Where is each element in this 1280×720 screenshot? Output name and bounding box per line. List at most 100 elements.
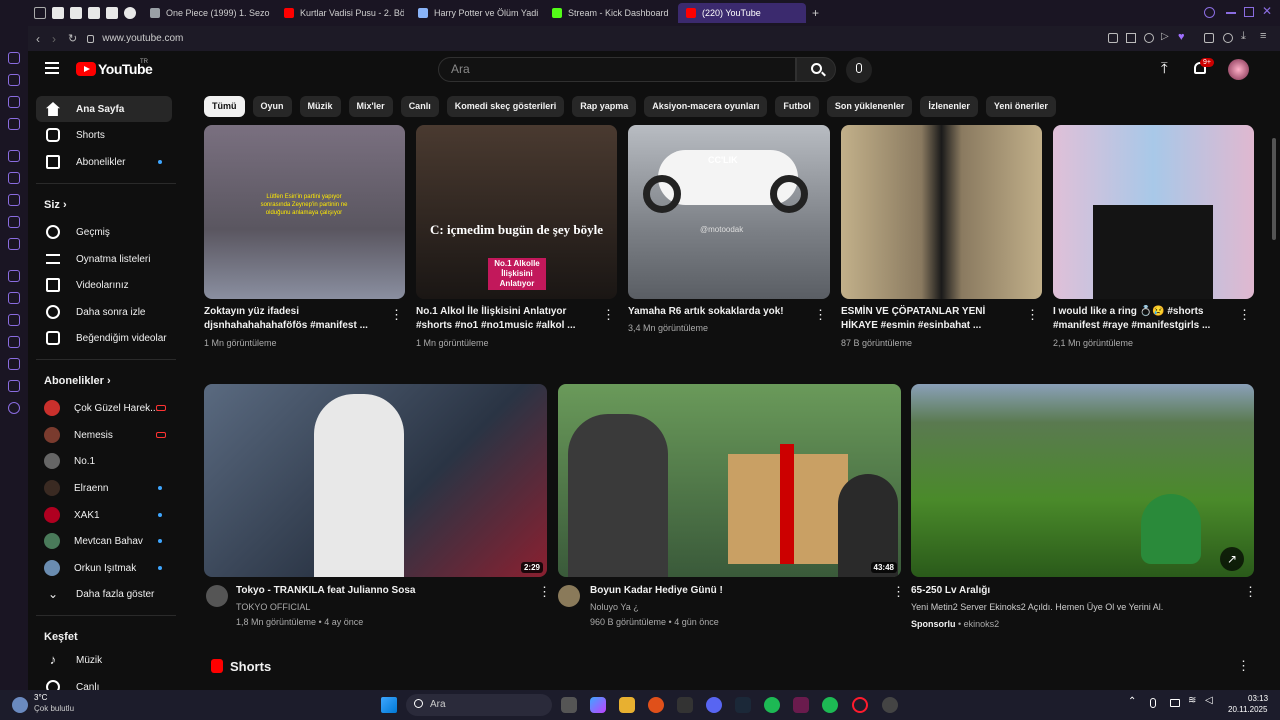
- hamburger-icon[interactable]: [45, 62, 59, 74]
- more-actions-icon[interactable]: [814, 307, 827, 323]
- sidebar-icon-12[interactable]: [8, 314, 20, 326]
- sidebar-icon-14[interactable]: [8, 358, 20, 370]
- channel-avatar[interactable]: [558, 585, 580, 607]
- you-section-title[interactable]: Siz ›: [44, 199, 67, 211]
- chip[interactable]: Oyun: [252, 96, 292, 117]
- ad-title[interactable]: 65-250 Lv Aralığı: [911, 584, 1211, 598]
- play-icon[interactable]: ▷: [1161, 31, 1169, 42]
- external-link-icon[interactable]: ↗: [1220, 547, 1244, 571]
- download-icon[interactable]: ⤓: [1241, 30, 1246, 43]
- vpn-icon[interactable]: [1144, 33, 1154, 43]
- more-actions-icon[interactable]: [602, 307, 615, 323]
- opera-gx-icon[interactable]: [852, 697, 868, 713]
- tab-3[interactable]: Harry Potter ve Ölüm Yadi: [410, 3, 538, 23]
- chip[interactable]: Rap yapma: [572, 96, 637, 117]
- search-button[interactable]: [796, 57, 836, 82]
- short-thumbnail[interactable]: Lütfen Esin'in partini yapıyor sonrasınd…: [204, 125, 405, 299]
- channel-name[interactable]: Noluyo Ya ¿: [590, 602, 639, 612]
- video-thumbnail[interactable]: 2:29: [204, 384, 547, 577]
- tab-2[interactable]: Kurtlar Vadisi Pusu - 2. Bö: [276, 3, 404, 23]
- sidebar-icon-10[interactable]: [8, 270, 20, 282]
- sidebar-sub-item[interactable]: Mevtcan Bahav: [36, 528, 172, 554]
- brave-icon[interactable]: [648, 697, 664, 713]
- sidebar-item-live[interactable]: Canlı: [36, 674, 172, 691]
- url-field[interactable]: www.youtube.com: [102, 33, 183, 44]
- video-title[interactable]: I would like a ring 💍😢 #shorts #manifest…: [1053, 305, 1233, 333]
- video-title[interactable]: ESMİN VE ÇÖPATANLAR YENİ HİKAYE #esmin #…: [841, 305, 1021, 333]
- video-title[interactable]: Zoktayın yüz ifadesi djsnhahahahahaföfös…: [204, 305, 384, 333]
- video-title[interactable]: Boyun Kadar Hediye Günü !: [590, 584, 880, 598]
- reload-icon[interactable]: ↻: [68, 32, 77, 45]
- extensions-icon[interactable]: [1204, 33, 1214, 43]
- clock-date[interactable]: 20.11.2025: [1228, 705, 1267, 714]
- chip[interactable]: Canlı: [400, 96, 439, 117]
- gamepad-icon[interactable]: [34, 7, 46, 19]
- chevron-up-icon[interactable]: ⌃: [1128, 696, 1136, 707]
- sidebar-icon-2[interactable]: [8, 74, 20, 86]
- app-icon[interactable]: [793, 697, 809, 713]
- video-thumbnail[interactable]: 43:48: [558, 384, 901, 577]
- sidebar-item-history[interactable]: Geçmiş: [36, 219, 172, 245]
- search-input[interactable]: Ara: [438, 57, 796, 82]
- doc-icon[interactable]: [88, 7, 100, 19]
- youtube-logo-icon[interactable]: [76, 62, 96, 76]
- chip[interactable]: Aksiyon-macera oyunları: [644, 96, 768, 117]
- sidebar-icon-5[interactable]: [8, 150, 20, 162]
- volume-icon[interactable]: ◁: [1205, 695, 1213, 706]
- sidebar-sub-item[interactable]: Çok Güzel Harek...: [36, 395, 172, 421]
- more-actions-icon[interactable]: [892, 584, 905, 600]
- sidebar-item-subscriptions[interactable]: Abonelikler: [36, 149, 172, 175]
- sidebar-item-liked-videos[interactable]: Beğendiğim videolar: [36, 325, 172, 351]
- chip[interactable]: Son yüklenenler: [826, 96, 913, 117]
- sidebar-icon-3[interactable]: [8, 96, 20, 108]
- sidebar-icon-6[interactable]: [8, 172, 20, 184]
- app-icon[interactable]: [677, 697, 693, 713]
- channel-avatar[interactable]: [206, 585, 228, 607]
- show-more-button[interactable]: ⌄ Daha fazla göster: [36, 581, 172, 607]
- sidebar-sub-item[interactable]: XAK1: [36, 502, 172, 528]
- google-icon[interactable]: [124, 7, 136, 19]
- short-thumbnail[interactable]: C: içmedim bugün de şey böyle No.1 Alkol…: [416, 125, 617, 299]
- windows-start-icon[interactable]: [381, 697, 397, 713]
- voice-search-button[interactable]: [846, 57, 872, 83]
- weather-icon[interactable]: [12, 697, 28, 713]
- close-icon[interactable]: ✕: [1262, 4, 1272, 18]
- chip[interactable]: İzlenenler: [920, 96, 978, 117]
- more-actions-icon[interactable]: [1238, 307, 1251, 323]
- sidebar-item-home[interactable]: Ana Sayfa: [36, 96, 172, 122]
- chip[interactable]: Mix'ler: [348, 96, 393, 117]
- settings-icon[interactable]: [8, 402, 20, 414]
- menu-icon[interactable]: ≡: [1260, 30, 1266, 42]
- profile-icon[interactable]: [1223, 33, 1233, 43]
- sidebar-sub-item[interactable]: No.1: [36, 448, 172, 474]
- sidebar-item-watch-later[interactable]: Daha sonra izle: [36, 299, 172, 325]
- snapshot-icon[interactable]: [1126, 33, 1136, 43]
- sidebar-sub-item[interactable]: Elraenn: [36, 475, 172, 501]
- channel-name[interactable]: TOKYO OFFICIAL: [236, 602, 310, 612]
- pin-icon[interactable]: [1108, 33, 1118, 43]
- back-icon[interactable]: ‹: [36, 32, 40, 46]
- chip[interactable]: Tümü: [204, 96, 245, 117]
- more-actions-icon[interactable]: [1026, 307, 1039, 323]
- task-view-icon[interactable]: [561, 697, 577, 713]
- subscriptions-section-title[interactable]: Abonelikler ›: [44, 375, 111, 387]
- search-tabs-icon[interactable]: [1204, 7, 1215, 18]
- app-icon[interactable]: [882, 697, 898, 713]
- new-tab-button[interactable]: +: [812, 6, 819, 20]
- wifi-icon[interactable]: ≋: [1188, 695, 1196, 706]
- maximize-icon[interactable]: [1244, 7, 1254, 17]
- short-thumbnail[interactable]: CC'LIK @motoodak: [628, 125, 830, 299]
- mic-icon[interactable]: [1150, 698, 1156, 708]
- tab-4[interactable]: Stream - Kick Dashboard: [544, 3, 672, 23]
- sidebar-item-playlists[interactable]: Oynatma listeleri: [36, 246, 172, 272]
- minimize-icon[interactable]: [1226, 12, 1236, 14]
- video-title[interactable]: Yamaha R6 artık sokaklarda yok!: [628, 305, 808, 319]
- chip[interactable]: Komedi skeç gösterileri: [446, 96, 565, 117]
- short-thumbnail[interactable]: [841, 125, 1042, 299]
- discord-icon[interactable]: [706, 697, 722, 713]
- doc-icon[interactable]: [70, 7, 82, 19]
- tab-1[interactable]: One Piece (1999) 1. Sezon: [142, 3, 270, 23]
- video-title[interactable]: No.1 Alkol İle İlişkisini Anlatıyor #sho…: [416, 305, 596, 333]
- chip[interactable]: Yeni öneriler: [985, 96, 1056, 117]
- sidebar-icon-7[interactable]: [8, 194, 20, 206]
